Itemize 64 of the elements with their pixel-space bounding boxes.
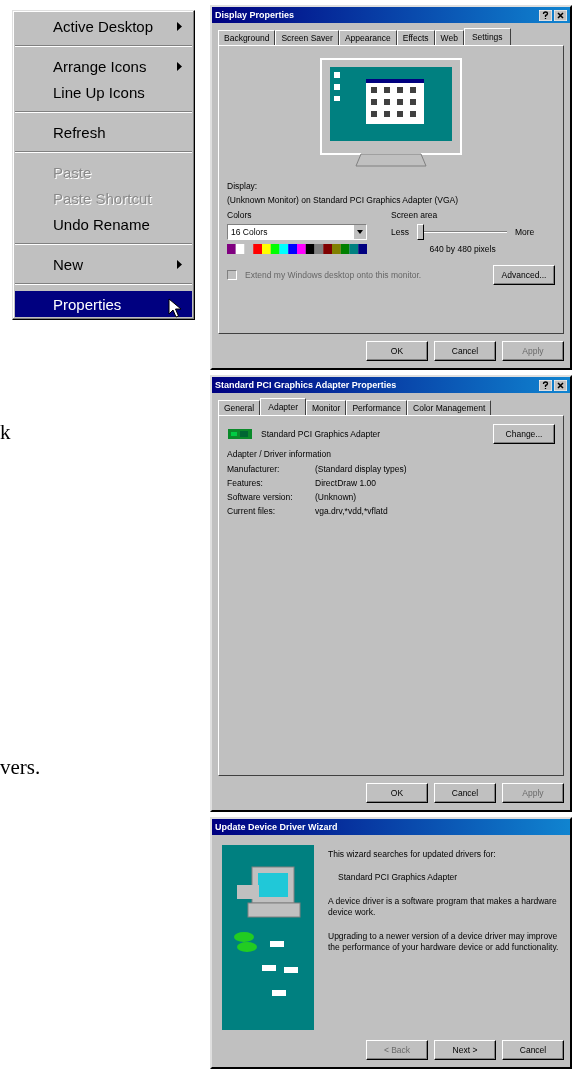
help-icon[interactable] — [539, 9, 552, 21]
label: Less — [391, 227, 409, 237]
submenu-arrow-icon — [177, 259, 182, 269]
dialog-button[interactable]: Cancel — [434, 783, 496, 803]
window-title: Update Device Driver Wizard — [215, 822, 338, 832]
dialog-button[interactable]: Cancel — [434, 341, 496, 361]
tab[interactable]: Settings — [463, 28, 511, 45]
colors-dropdown[interactable]: 16 Colors — [227, 224, 367, 240]
menu-item[interactable]: Arrange Icons — [15, 53, 192, 79]
dialog-button[interactable]: OK — [366, 783, 428, 803]
change-button[interactable]: Change... — [493, 424, 555, 444]
tab[interactable]: Monitor — [306, 400, 347, 415]
display-value: (Unknown Monitor) on Standard PCI Graphics Adapter (VGA) — [227, 195, 460, 205]
menu-item[interactable]: Refresh — [15, 119, 192, 145]
info-value: (Unknown) — [315, 492, 358, 502]
body-text: vers. — [0, 755, 42, 780]
tab[interactable]: Background — [218, 30, 276, 45]
tab[interactable]: Web — [434, 30, 464, 45]
menu-item[interactable]: Properties — [15, 291, 192, 317]
info-label: Current files: — [227, 506, 277, 516]
body-text: k — [0, 420, 12, 445]
adapter-card-icon — [227, 427, 253, 441]
tab[interactable]: Performance — [346, 400, 408, 415]
advanced-button[interactable]: Advanced... — [493, 265, 555, 285]
info-label: Manufacturer: — [227, 464, 281, 474]
dialog-button[interactable]: Cancel — [502, 1040, 564, 1060]
wizard-text: Standard PCI Graphics Adapter — [338, 872, 459, 884]
tab[interactable]: General — [218, 400, 261, 415]
resolution-text: 640 by 480 pixels — [429, 244, 496, 254]
adapter-name: Standard PCI Graphics Adapter — [261, 429, 381, 439]
tab[interactable]: Adapter — [260, 398, 307, 415]
menu-item[interactable]: Active Desktop — [15, 13, 192, 39]
close-icon[interactable] — [554, 379, 567, 391]
tab[interactable]: Appearance — [338, 30, 397, 45]
label: Screen area — [391, 210, 439, 220]
info-label: Software version: — [227, 492, 294, 502]
tab[interactable]: Color Management — [407, 400, 492, 415]
section-heading: Adapter / Driver information — [227, 449, 332, 459]
info-label: Features: — [227, 478, 264, 488]
slider-thumb[interactable] — [416, 224, 424, 240]
submenu-arrow-icon — [177, 61, 182, 71]
menu-item[interactable]: Line Up Icons — [15, 79, 192, 105]
tab[interactable]: Effects — [396, 30, 435, 45]
mouse-pointer-icon — [168, 298, 182, 318]
checkbox-label: Extend my Windows desktop onto this monitor. — [245, 270, 422, 280]
tab[interactable]: Screen Saver — [275, 30, 339, 45]
info-value: (Standard display types) — [315, 464, 408, 474]
window-title: Standard PCI Graphics Adapter Properties — [215, 380, 397, 390]
dialog-button[interactable]: OK — [366, 341, 428, 361]
wizard-text: A device driver is a software program that makes a hardware device work. — [328, 895, 558, 919]
label: Colors — [227, 210, 253, 220]
close-icon[interactable] — [554, 9, 567, 21]
info-value: DirectDraw 1.00 — [315, 478, 377, 488]
label: More — [514, 227, 535, 237]
wizard-text: This wizard searches for updated drivers for: — [328, 849, 497, 861]
info-value: vga.drv,*vdd,*vflatd — [315, 506, 389, 516]
menu-item[interactable]: New — [15, 251, 192, 277]
label: Display: — [227, 181, 259, 191]
help-icon[interactable] — [539, 379, 552, 391]
dialog-button[interactable]: Next > — [434, 1040, 496, 1060]
submenu-arrow-icon — [177, 21, 182, 31]
wizard-text: Upgrading to a newer version of a device driver may improve the performance of your hardware device or add functionality. — [328, 930, 560, 954]
menu-item[interactable]: Undo Rename — [15, 211, 192, 237]
window-title: Display Properties — [215, 10, 295, 20]
